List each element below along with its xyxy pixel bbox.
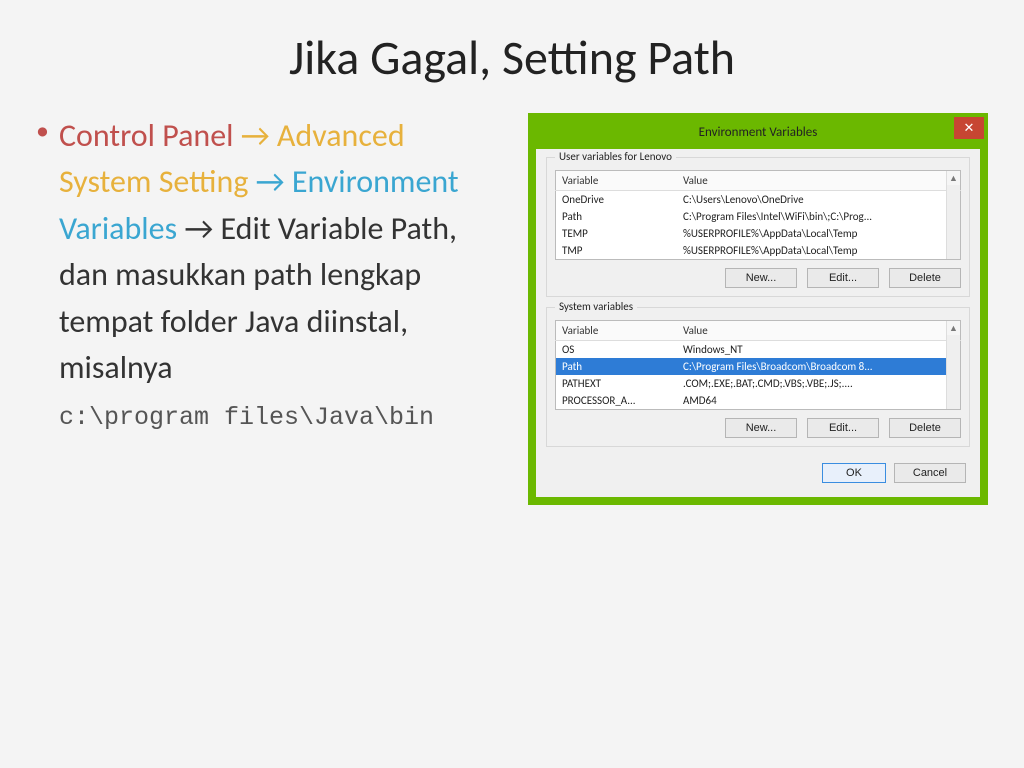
system-variables-group: System variables Variable Value OSWindow… (546, 307, 970, 447)
group-legend: User variables for Lenovo (555, 150, 676, 163)
bullet-text: Control Panel → Advanced System Setting … (59, 113, 502, 438)
user-variables-group: User variables for Lenovo Variable Value… (546, 157, 970, 297)
cell-value: %USERPROFILE%\AppData\Local\Temp (677, 225, 961, 242)
text-control-panel: Control Panel (59, 116, 234, 155)
example-path: c:\program files\Java\bin (59, 403, 434, 432)
cell-variable: TEMP (556, 225, 678, 242)
env-var-dialog: Environment Variables ✕ User variables f… (528, 113, 988, 505)
dialog-title: Environment Variables (699, 125, 818, 140)
scrollbar[interactable]: ▲ (946, 321, 960, 409)
user-edit-button[interactable]: Edit... (807, 268, 879, 288)
table-row[interactable]: PROCESSOR_A...AMD64 (556, 392, 961, 410)
cell-value: AMD64 (677, 392, 961, 410)
bullet-column: • Control Panel → Advanced System Settin… (36, 113, 502, 438)
table-row[interactable]: PathC:\Program Files\Broadcom\Broadcom 8… (556, 358, 961, 375)
cell-variable: OneDrive (556, 191, 678, 209)
cell-variable: TMP (556, 242, 678, 260)
ok-button[interactable]: OK (822, 463, 886, 483)
cell-variable: PROCESSOR_A... (556, 392, 678, 410)
arrow-icon: → (248, 162, 291, 201)
sys-new-button[interactable]: New... (725, 418, 797, 438)
user-variables-table[interactable]: Variable Value OneDriveC:\Users\Lenovo\O… (555, 170, 961, 260)
scrollbar[interactable]: ▲ (946, 171, 960, 259)
user-delete-button[interactable]: Delete (889, 268, 961, 288)
slide: Jika Gagal, Setting Path • Control Panel… (0, 0, 1024, 768)
arrow-icon: → (233, 116, 276, 155)
user-new-button[interactable]: New... (725, 268, 797, 288)
th-variable: Variable (556, 321, 678, 341)
table-row[interactable]: PATHEXT.COM;.EXE;.BAT;.CMD;.VBS;.VBE;.JS… (556, 375, 961, 392)
cell-value: C:\Program Files\Broadcom\Broadcom 8... (677, 358, 961, 375)
sys-edit-button[interactable]: Edit... (807, 418, 879, 438)
dialog-titlebar[interactable]: Environment Variables ✕ (536, 121, 980, 149)
dialog-column: Environment Variables ✕ User variables f… (528, 113, 988, 505)
cell-value: %USERPROFILE%\AppData\Local\Temp (677, 242, 961, 260)
cell-variable: Path (556, 208, 678, 225)
close-icon: ✕ (964, 120, 975, 136)
cell-value: .COM;.EXE;.BAT;.CMD;.VBS;.VBE;.JS;.... (677, 375, 961, 392)
cancel-button[interactable]: Cancel (894, 463, 966, 483)
table-row[interactable]: TEMP%USERPROFILE%\AppData\Local\Temp (556, 225, 961, 242)
cell-value: Windows_NT (677, 341, 961, 359)
sys-delete-button[interactable]: Delete (889, 418, 961, 438)
cell-variable: Path (556, 358, 678, 375)
cell-variable: PATHEXT (556, 375, 678, 392)
table-row[interactable]: OSWindows_NT (556, 341, 961, 359)
bullet-dot-icon: • (36, 115, 49, 146)
cell-value: C:\Users\Lenovo\OneDrive (677, 191, 961, 209)
columns: • Control Panel → Advanced System Settin… (36, 113, 988, 505)
group-legend: System variables (555, 300, 637, 313)
scroll-up-icon[interactable]: ▲ (947, 321, 960, 335)
slide-title: Jika Gagal, Setting Path (36, 28, 988, 87)
table-row[interactable]: PathC:\Program Files\Intel\WiFi\bin\;C:\… (556, 208, 961, 225)
table-row[interactable]: TMP%USERPROFILE%\AppData\Local\Temp (556, 242, 961, 260)
cell-variable: OS (556, 341, 678, 359)
table-row[interactable]: OneDriveC:\Users\Lenovo\OneDrive (556, 191, 961, 209)
scroll-up-icon[interactable]: ▲ (947, 171, 960, 185)
cell-value: C:\Program Files\Intel\WiFi\bin\;C:\Prog… (677, 208, 961, 225)
system-variables-table[interactable]: Variable Value OSWindows_NTPathC:\Progra… (555, 320, 961, 410)
th-value: Value (677, 321, 961, 341)
th-variable: Variable (556, 171, 678, 191)
close-button[interactable]: ✕ (954, 117, 984, 139)
th-value: Value (677, 171, 961, 191)
